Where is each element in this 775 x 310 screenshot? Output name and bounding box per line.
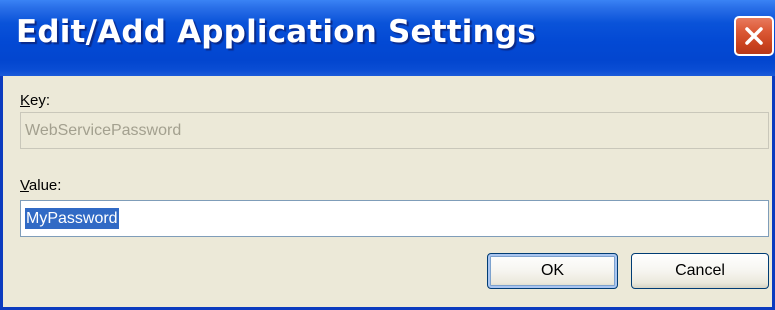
ok-button[interactable]: OK bbox=[487, 253, 618, 289]
dialog-window: Edit/Add Application Settings Key: WebSe… bbox=[0, 0, 775, 310]
value-label-accelerator: V bbox=[20, 177, 29, 194]
key-field: WebServicePassword bbox=[20, 112, 769, 149]
value-label: Value: bbox=[20, 177, 61, 194]
window-title: Edit/Add Application Settings bbox=[16, 14, 536, 50]
key-label: Key: bbox=[20, 92, 50, 109]
close-button[interactable] bbox=[734, 16, 774, 56]
value-label-text: alue: bbox=[28, 177, 62, 194]
key-field-value: WebServicePassword bbox=[25, 122, 182, 139]
key-label-text: ey: bbox=[30, 92, 51, 109]
cancel-button[interactable]: Cancel bbox=[631, 253, 769, 289]
key-label-accelerator: K bbox=[20, 92, 31, 109]
value-field[interactable]: MyPassword bbox=[20, 200, 769, 237]
title-bar[interactable]: Edit/Add Application Settings bbox=[0, 0, 775, 76]
close-icon bbox=[745, 27, 763, 45]
value-field-text[interactable]: MyPassword bbox=[25, 208, 119, 229]
